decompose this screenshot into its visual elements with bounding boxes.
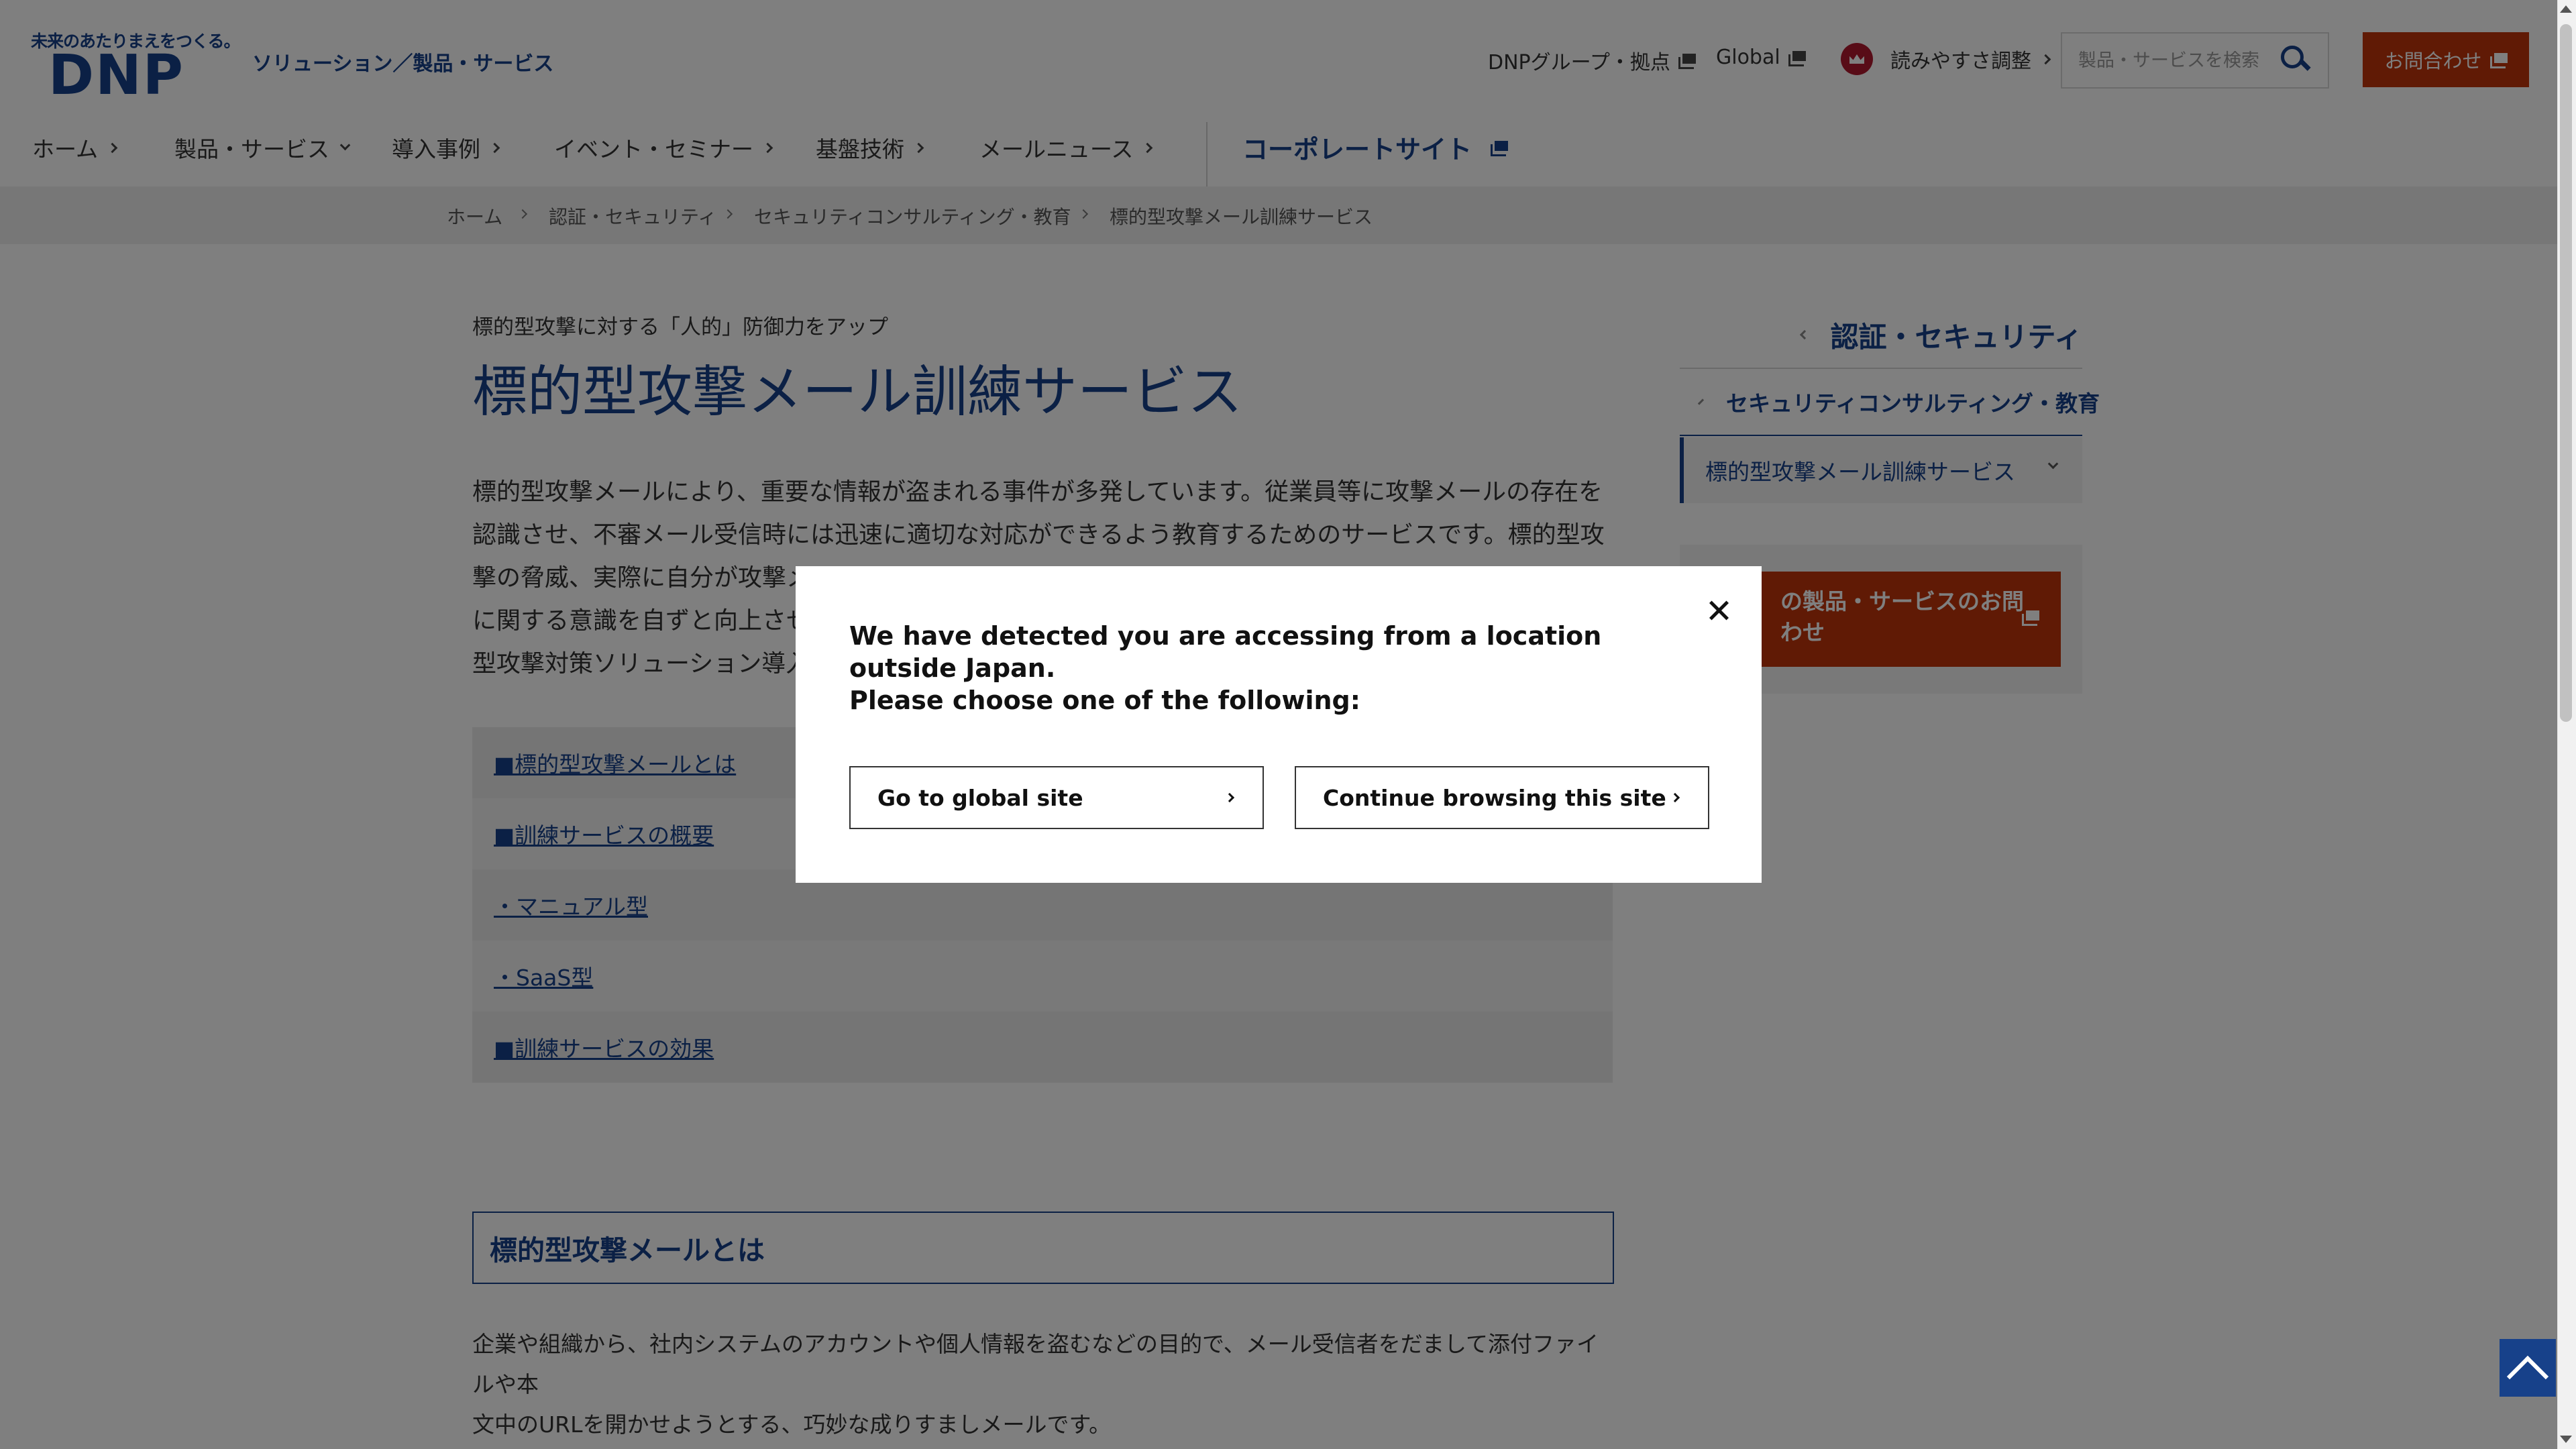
continue-browsing-label: Continue browsing this site [1323, 784, 1666, 811]
modal-message: We have detected you are accessing from … [849, 620, 1708, 716]
chevron-right-icon [1224, 792, 1235, 803]
modal-message-line: We have detected you are accessing from … [849, 621, 1602, 683]
browser-viewport: 未来のあたりまえをつくる。 DNP ソリューション／製品・サービス DNPグルー… [0, 0, 2576, 1449]
go-global-site-button[interactable]: Go to global site [849, 766, 1264, 829]
chevron-right-icon [1670, 792, 1680, 803]
region-modal: We have detected you are accessing from … [796, 566, 1762, 883]
scroll-up-arrow-icon[interactable] [2560, 5, 2572, 13]
page: 未来のあたりまえをつくる。 DNP ソリューション／製品・サービス DNPグルー… [0, 0, 2557, 1449]
modal-message-line: Please choose one of the following: [849, 686, 1360, 715]
back-to-top-button[interactable] [2500, 1339, 2556, 1397]
continue-browsing-button[interactable]: Continue browsing this site [1295, 766, 1709, 829]
go-global-site-label: Go to global site [877, 784, 1083, 811]
scroll-down-arrow-icon[interactable] [2560, 1436, 2572, 1443]
scrollbar-thumb[interactable] [2560, 24, 2572, 722]
